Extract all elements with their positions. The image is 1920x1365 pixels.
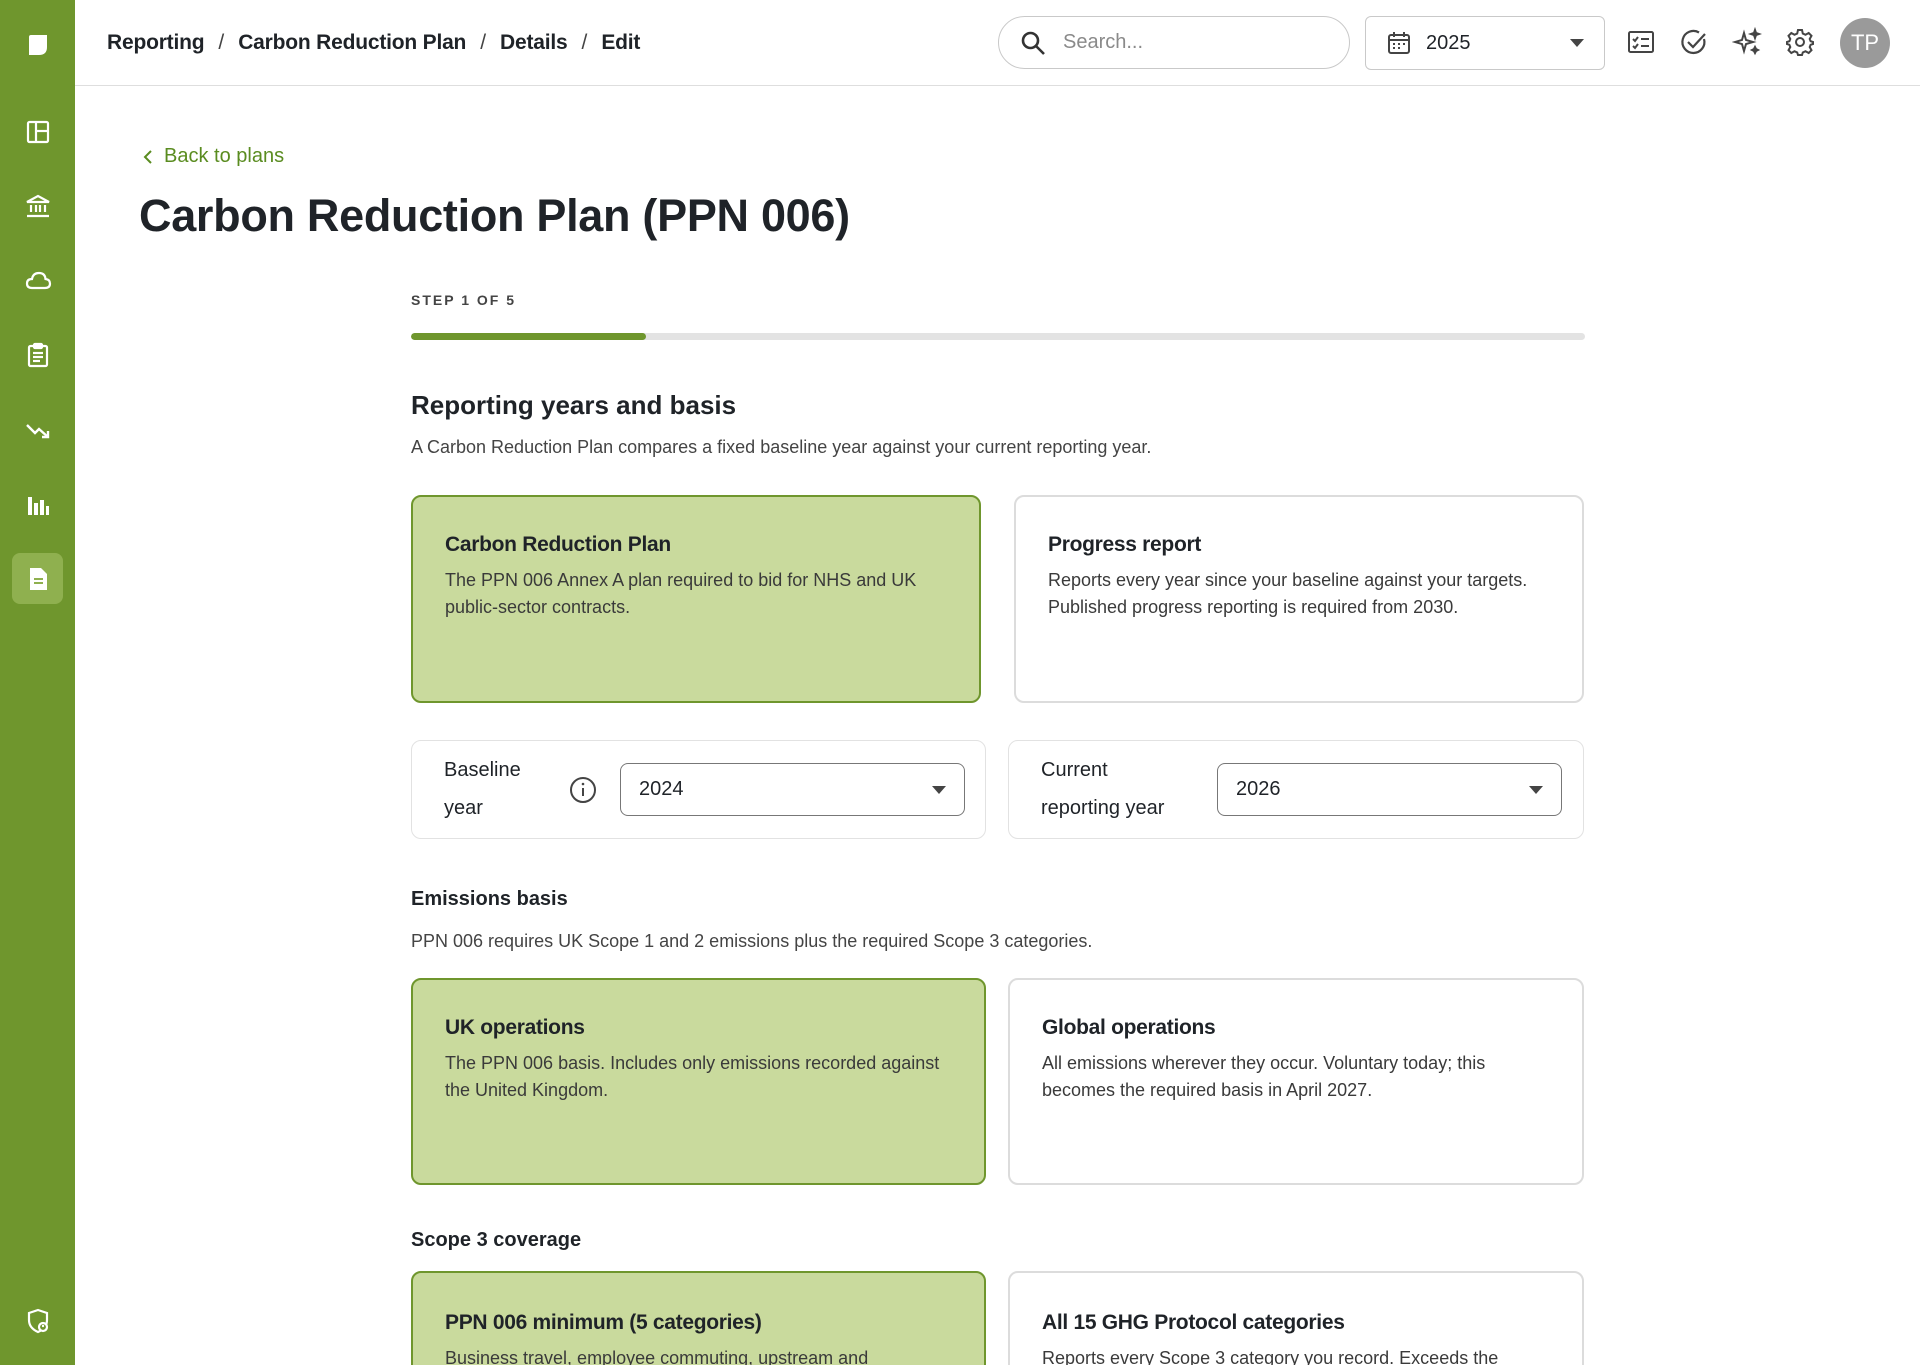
current-reporting-year-label: Current reporting year bbox=[1041, 759, 1165, 819]
year-selector[interactable]: 2025 bbox=[1365, 16, 1605, 70]
emissions-basis-title: Emissions basis bbox=[411, 888, 568, 910]
baseline-year-label: Baseline year bbox=[444, 759, 521, 819]
logo-icon[interactable] bbox=[12, 19, 63, 70]
emissions-basis-description: PPN 006 requires UK Scope 1 and 2 emissi… bbox=[411, 931, 1093, 951]
card-description: The PPN 006 Annex A plan required to bid… bbox=[445, 570, 917, 617]
card-description: All emissions wherever they occur. Volun… bbox=[1042, 1053, 1486, 1100]
step-indicator: STEP 1 OF 5 bbox=[411, 292, 516, 308]
breadcrumb: Reporting / Carbon Reduction Plan / Deta… bbox=[107, 0, 640, 86]
trending-down-icon[interactable] bbox=[12, 404, 63, 455]
current-reporting-year-field: Current reporting year 2026 bbox=[1008, 740, 1584, 839]
clipboard-icon[interactable] bbox=[12, 329, 63, 380]
card-title: Global operations bbox=[1042, 1016, 1216, 1039]
page-title: Carbon Reduction Plan (PPN 006) bbox=[139, 190, 850, 241]
chevron-down-icon bbox=[1570, 39, 1584, 47]
card-title: All 15 GHG Protocol categories bbox=[1042, 1311, 1345, 1334]
year-selector-value: 2025 bbox=[1426, 31, 1471, 54]
sparkles-icon[interactable] bbox=[1729, 24, 1765, 60]
reporting-section-description: A Carbon Reduction Plan compares a fixed… bbox=[411, 437, 1152, 457]
card-title: Progress report bbox=[1048, 533, 1202, 556]
search-box[interactable] bbox=[998, 16, 1350, 69]
card-description: Reports every year since your baseline a… bbox=[1048, 570, 1528, 617]
breadcrumb-separator: / bbox=[218, 31, 225, 54]
card-description: The PPN 006 basis. Includes only emissio… bbox=[445, 1053, 940, 1100]
breadcrumb-item-edit: Edit bbox=[601, 31, 641, 54]
app-root: Reporting / Carbon Reduction Plan / Deta… bbox=[0, 0, 1920, 1365]
baseline-year-field: Baseline year 2024 bbox=[411, 740, 986, 839]
baseline-year-select[interactable]: 2024 bbox=[620, 763, 965, 816]
bank-icon[interactable] bbox=[12, 180, 63, 231]
document-icon[interactable] bbox=[12, 553, 63, 604]
checklist-icon[interactable] bbox=[1623, 24, 1659, 60]
card-title: PPN 006 minimum (5 categories) bbox=[445, 1311, 762, 1334]
baseline-year-value: 2024 bbox=[639, 778, 684, 800]
emissions-basis-card-global-operations[interactable]: Global operations All emissions wherever… bbox=[1008, 978, 1584, 1185]
step-progress-fill bbox=[411, 333, 646, 340]
avatar[interactable]: TP bbox=[1840, 18, 1890, 68]
breadcrumb-separator: / bbox=[581, 31, 588, 54]
info-icon[interactable] bbox=[568, 775, 598, 805]
breadcrumb-separator: / bbox=[480, 31, 487, 54]
card-description: Business travel, employee commuting, ups… bbox=[445, 1348, 869, 1365]
scope3-card-all-15-categories[interactable]: All 15 GHG Protocol categories Reports e… bbox=[1008, 1271, 1584, 1365]
chevron-down-icon bbox=[932, 786, 946, 794]
top-bar: Reporting / Carbon Reduction Plan / Deta… bbox=[75, 0, 1920, 86]
current-reporting-year-select[interactable]: 2026 bbox=[1217, 763, 1562, 816]
step-progress-bar bbox=[411, 333, 1585, 340]
reporting-section-title: Reporting years and basis bbox=[411, 390, 737, 420]
plan-type-card-progress-report[interactable]: Progress report Reports every year since… bbox=[1014, 495, 1584, 703]
card-description: Reports every Scope 3 category you recor… bbox=[1042, 1348, 1499, 1365]
sidebar bbox=[0, 0, 75, 1365]
card-title: UK operations bbox=[445, 1016, 585, 1039]
shield-user-icon[interactable] bbox=[12, 1295, 63, 1346]
gear-icon[interactable] bbox=[1782, 24, 1818, 60]
scope3-coverage-title: Scope 3 coverage bbox=[411, 1229, 582, 1251]
back-to-plans-label: Back to plans bbox=[164, 145, 285, 167]
bar-chart-icon[interactable] bbox=[12, 479, 63, 530]
plan-type-card-carbon-reduction-plan[interactable]: Carbon Reduction Plan The PPN 006 Annex … bbox=[411, 495, 981, 703]
breadcrumb-item-reporting[interactable]: Reporting bbox=[107, 31, 205, 55]
emissions-basis-card-uk-operations[interactable]: UK operations The PPN 006 basis. Include… bbox=[411, 978, 986, 1185]
check-circle-icon[interactable] bbox=[1676, 24, 1712, 60]
search-icon bbox=[1021, 31, 1045, 55]
back-to-plans-link[interactable]: Back to plans bbox=[140, 145, 284, 168]
chevron-left-icon bbox=[143, 149, 152, 164]
breadcrumb-item-details[interactable]: Details bbox=[500, 31, 568, 55]
scope3-card-ppn006-minimum[interactable]: PPN 006 minimum (5 categories) Business … bbox=[411, 1271, 986, 1365]
cloud-icon[interactable] bbox=[12, 255, 63, 306]
calendar-icon bbox=[1388, 32, 1410, 54]
dashboard-icon[interactable] bbox=[12, 106, 63, 157]
search-input[interactable] bbox=[1063, 31, 1333, 54]
card-title: Carbon Reduction Plan bbox=[445, 533, 671, 556]
chevron-down-icon bbox=[1529, 786, 1543, 794]
breadcrumb-item-carbon-reduction-plan[interactable]: Carbon Reduction Plan bbox=[238, 31, 466, 55]
current-reporting-year-value: 2026 bbox=[1236, 778, 1281, 800]
